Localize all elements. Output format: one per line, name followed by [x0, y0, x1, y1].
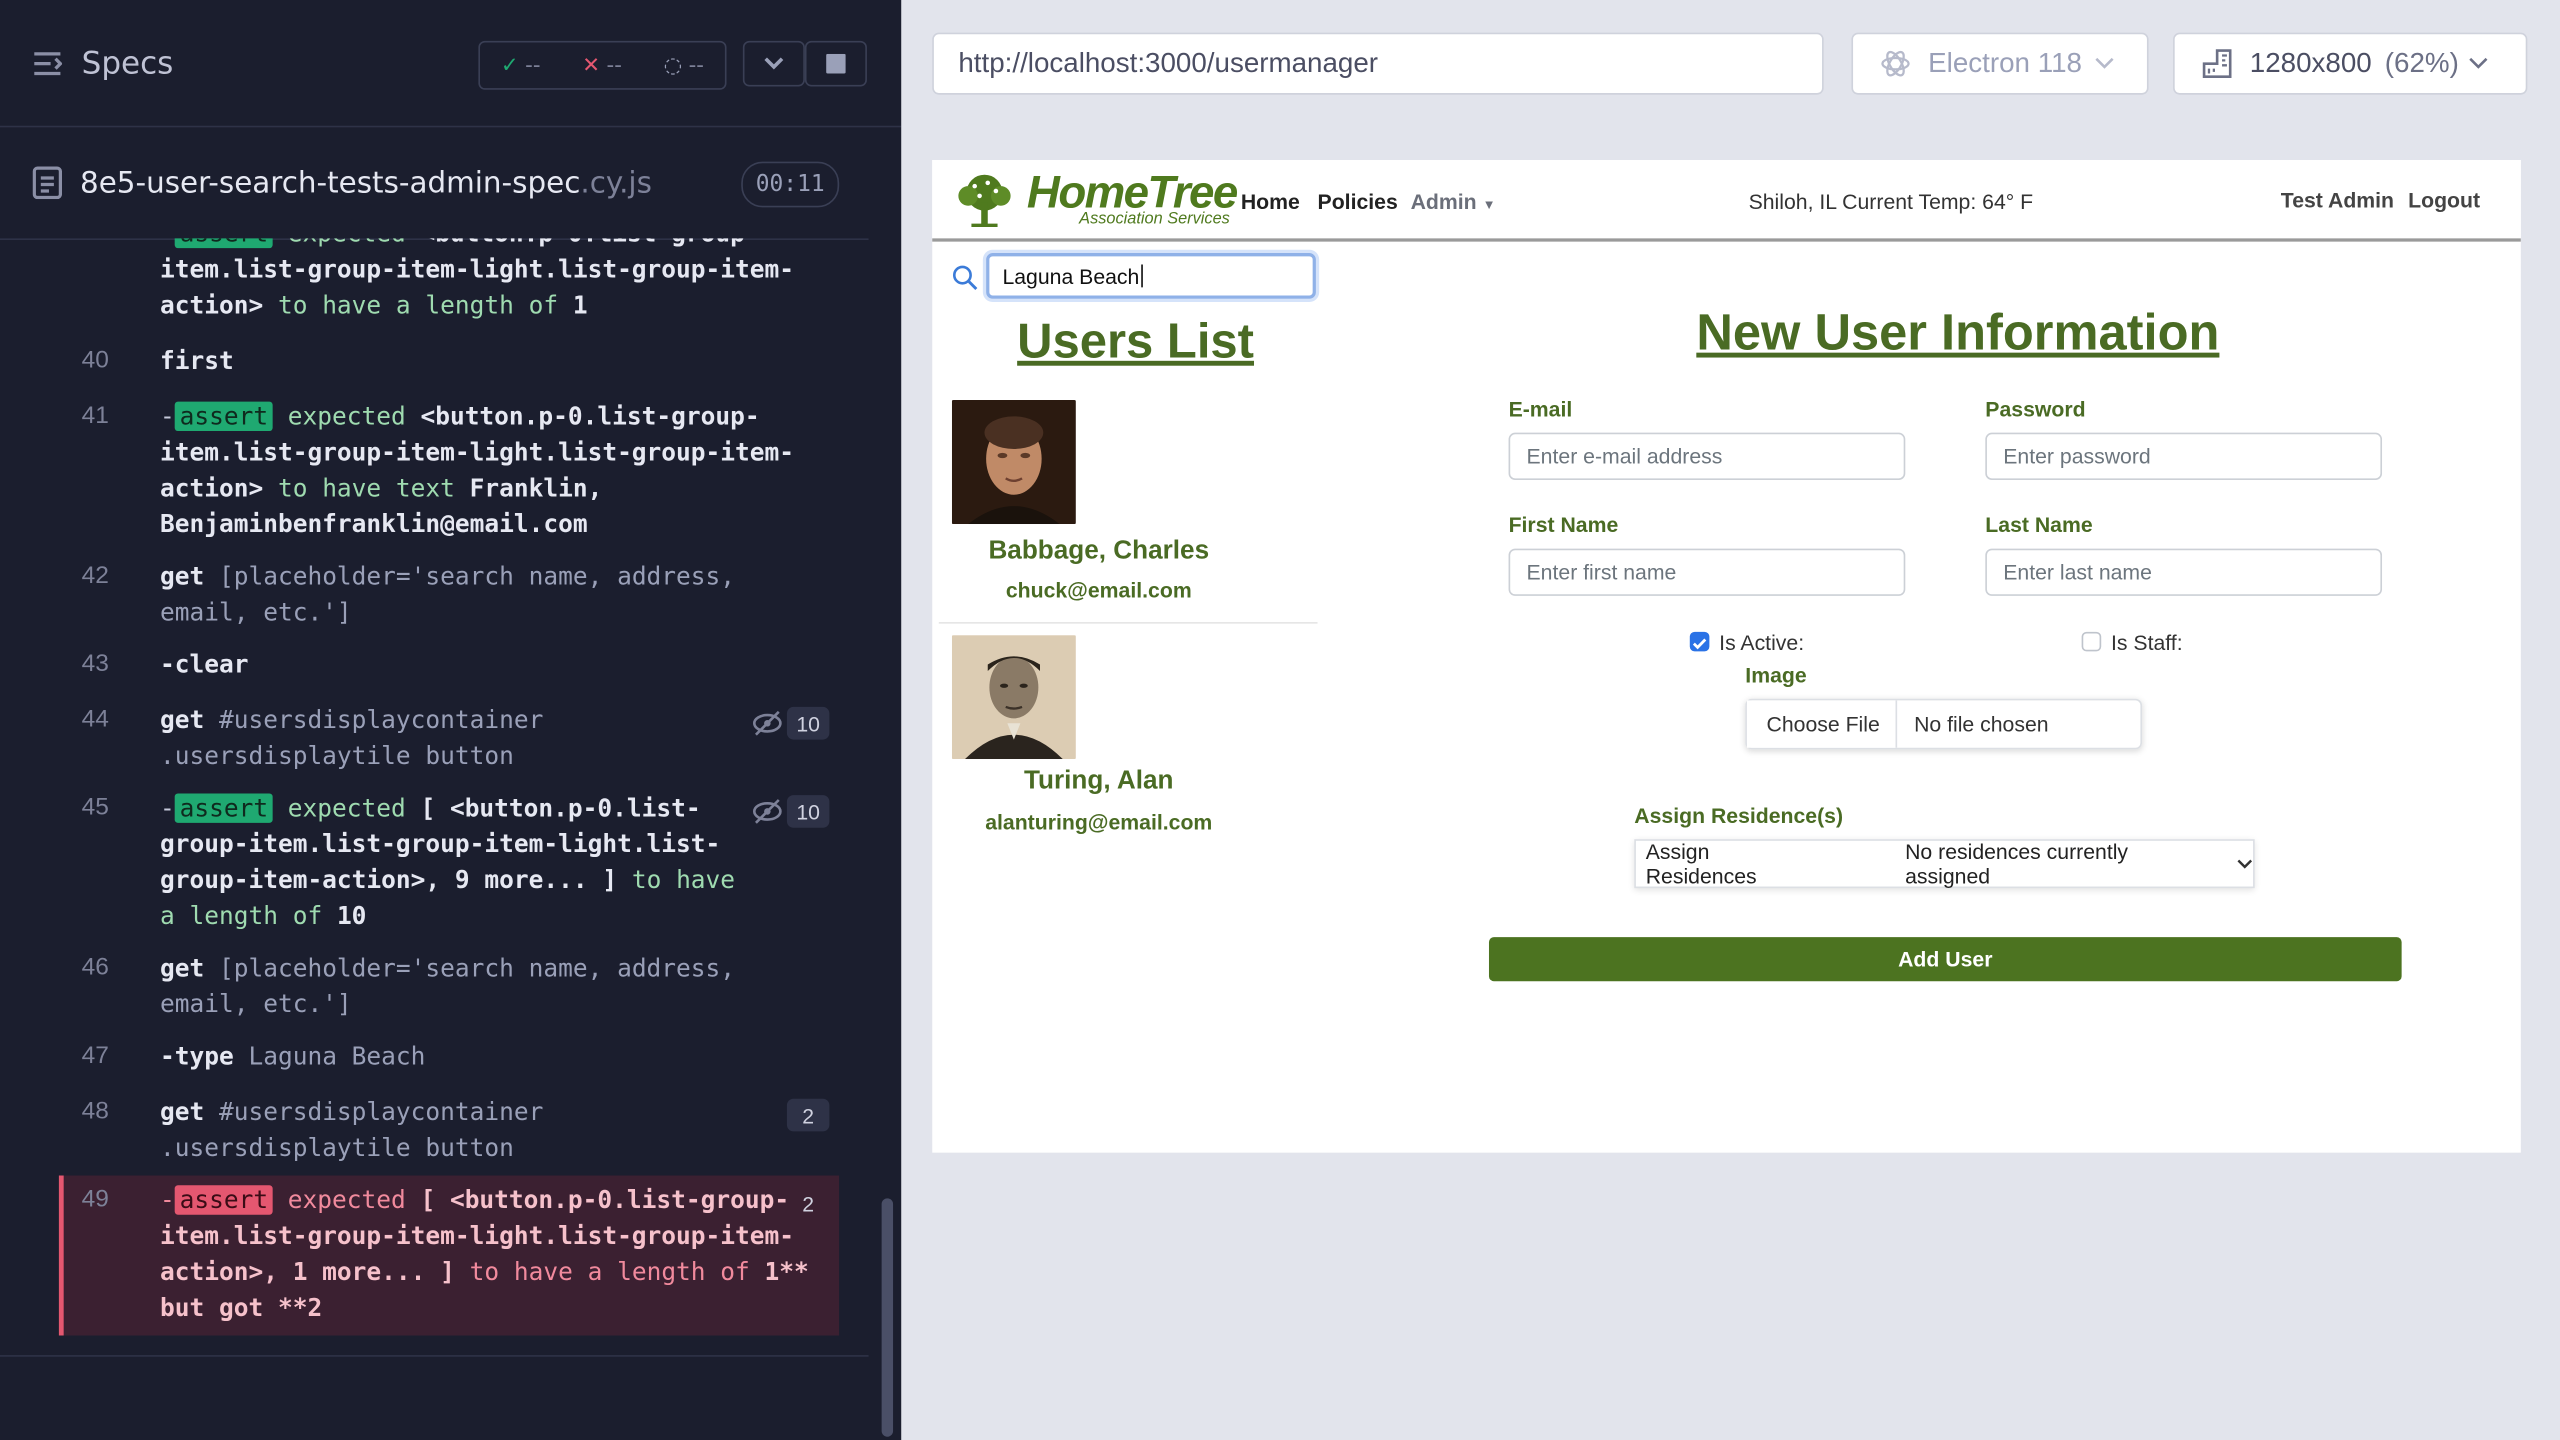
element-count-badge: 2 — [786, 1098, 830, 1132]
file-status: No file chosen — [1914, 711, 2049, 737]
current-user[interactable]: Test Admin — [2281, 188, 2394, 212]
caret-down-icon: ▼ — [1482, 197, 1496, 213]
user-name: Babbage, Charles — [988, 537, 1210, 565]
command-row[interactable]: 44 get #usersdisplaycontainer .usersdisp… — [59, 702, 839, 777]
user-name: Turing, Alan — [1024, 767, 1174, 796]
hidden-eye-icon — [752, 799, 782, 824]
x-icon: ✕ — [582, 53, 601, 78]
specs-toggle[interactable]: Specs — [33, 45, 174, 82]
text-cursor — [1140, 264, 1143, 288]
command-log-scrollbar[interactable] — [881, 1198, 894, 1437]
user-tile[interactable]: Babbage, Charles chuck@email.com — [938, 398, 1318, 624]
specs-title: Specs — [81, 45, 174, 82]
passed-stat: ✓ -- — [500, 53, 541, 78]
element-count-badge: 10 — [786, 706, 830, 740]
is-active-checkbox[interactable] — [1689, 631, 1710, 652]
app-under-test-panel: http://localhost:3000/usermanager Electr… — [901, 0, 2560, 1440]
app-viewport: HomeTree Association Services Home Polic… — [932, 159, 2521, 1153]
choose-file-button[interactable]: Choose File — [1746, 700, 1898, 748]
image-label: Image — [1745, 662, 1807, 688]
failed-stat: ✕ -- — [582, 53, 622, 78]
email-label: E-mail — [1508, 396, 1573, 422]
assign-residences-status: No residences currently assigned — [1905, 839, 2129, 889]
search-icon — [952, 265, 978, 291]
spec-timer: 00:11 — [741, 161, 840, 208]
command-row[interactable]: 43 -clear — [59, 647, 839, 689]
ruler-icon — [2202, 49, 2232, 79]
user-photo — [951, 635, 1076, 760]
nav-admin-dropdown[interactable]: Admin ▼ — [1411, 189, 1496, 213]
divider — [0, 1355, 869, 1357]
stop-icon — [826, 53, 846, 74]
command-row[interactable]: 48 get #usersdisplaycontainer .usersdisp… — [59, 1094, 839, 1169]
assign-residences-button[interactable]: Assign Residences — [1636, 839, 1824, 888]
command-row[interactable]: 47 -type Laguna Beach — [59, 1038, 839, 1080]
chevron-down-icon — [2469, 57, 2488, 69]
is-staff-label: Is Staff: — [2111, 630, 2183, 655]
logo-subtitle: Association Services — [1079, 210, 1230, 229]
command-row[interactable]: 40 first — [59, 343, 839, 392]
url-bar[interactable]: http://localhost:3000/usermanager — [932, 32, 1824, 95]
first-name-field[interactable]: Enter first name — [1508, 548, 1906, 596]
electron-icon — [1881, 50, 1910, 77]
viewport-size: 1280x800 — [2249, 47, 2372, 79]
last-name-label: Last Name — [1985, 512, 2093, 538]
nav-policies[interactable]: Policies — [1318, 189, 1398, 213]
command-row[interactable]: 45 - assert expected [ <button.p-0.list-g… — [59, 790, 839, 937]
tree-logo-icon — [958, 174, 1011, 227]
user-tile[interactable]: Turing, Alan alanturing@email.com — [939, 633, 1318, 845]
command-log: 39 -assert expected <button.p-0.list-gro… — [58, 238, 840, 1336]
users-list-heading: Users List — [1017, 315, 1255, 369]
add-user-button[interactable]: Add User — [1488, 937, 2402, 982]
failed-command-row[interactable]: 49 - assert expected [ <button.p-0.list-g… — [58, 1175, 840, 1336]
password-label: Password — [1985, 396, 2086, 422]
command-row[interactable]: 39 -assert expected <button.p-0.list-gro… — [59, 238, 839, 323]
spec-file-name: 8e5-user-search-tests-admin-spec.cy.js — [79, 166, 652, 201]
chevron-down-icon — [2095, 57, 2114, 69]
spec-file-header: 8e5-user-search-tests-admin-spec.cy.js 0… — [0, 131, 869, 240]
test-stats: ✓ -- ✕ -- ◌ -- — [478, 40, 727, 90]
user-email: alanturing@email.com — [985, 809, 1213, 835]
browser-name: Electron 118 — [1928, 47, 2082, 79]
spinner-icon: ◌ — [663, 53, 683, 78]
collapse-button[interactable] — [742, 40, 805, 87]
user-search-input[interactable]: Laguna Beach — [986, 253, 1316, 299]
email-field[interactable]: Enter e-mail address — [1508, 432, 1906, 480]
chevron-down-icon — [2237, 858, 2253, 868]
nav-home[interactable]: Home — [1241, 189, 1300, 213]
zoom-level: (62%) — [2384, 47, 2459, 79]
new-user-heading: New User Information — [1696, 303, 2220, 361]
chevron-down-icon — [764, 57, 784, 70]
last-name-field[interactable]: Enter last name — [1985, 548, 2383, 596]
viewport-selector[interactable]: 1280x800 (62%) — [2173, 32, 2528, 95]
element-count-badge: 10 — [786, 795, 830, 828]
browser-selector[interactable]: Electron 118 — [1851, 32, 2149, 95]
password-field[interactable]: Enter password — [1985, 432, 2383, 480]
document-icon — [32, 166, 63, 200]
user-email: chuck@email.com — [1005, 577, 1192, 603]
pending-stat: ◌ -- — [663, 53, 704, 78]
logout-link[interactable]: Logout — [2408, 188, 2480, 212]
hidden-eye-icon — [752, 710, 782, 736]
specs-header: Specs ✓ -- ✕ -- ◌ -- — [0, 0, 902, 128]
element-count-badge: 2 — [802, 1191, 815, 1216]
image-file-input[interactable]: Choose File No file chosen — [1745, 698, 2143, 750]
is-staff-checkbox[interactable] — [2081, 631, 2102, 652]
check-icon — [1692, 638, 1707, 650]
assign-residences-label: Assign Residence(s) — [1634, 803, 1844, 828]
check-icon: ✓ — [500, 53, 519, 78]
first-name-label: First Name — [1508, 512, 1619, 538]
navbar: HomeTree Association Services Home Polic… — [932, 159, 2521, 242]
assign-residences-dropdown[interactable]: Assign Residences No residences currentl… — [1634, 839, 2255, 889]
stop-button[interactable] — [804, 40, 867, 87]
temperature-readout: Shiloh, IL Current Temp: 64° F — [1748, 189, 2034, 214]
menu-icon — [34, 52, 63, 76]
command-row[interactable]: 41 - assert expected <button.p-0.list-gro… — [59, 398, 839, 545]
command-row[interactable]: 46 get [placeholder='search name, addres… — [59, 950, 839, 1025]
command-row[interactable]: 42 get [placeholder='search name, addres… — [59, 558, 839, 633]
cypress-runner-panel: Specs ✓ -- ✕ -- ◌ -- 8e5-user-search-tests-… — [0, 0, 902, 1440]
is-active-label: Is Active: — [1719, 630, 1805, 655]
user-photo — [951, 399, 1076, 525]
